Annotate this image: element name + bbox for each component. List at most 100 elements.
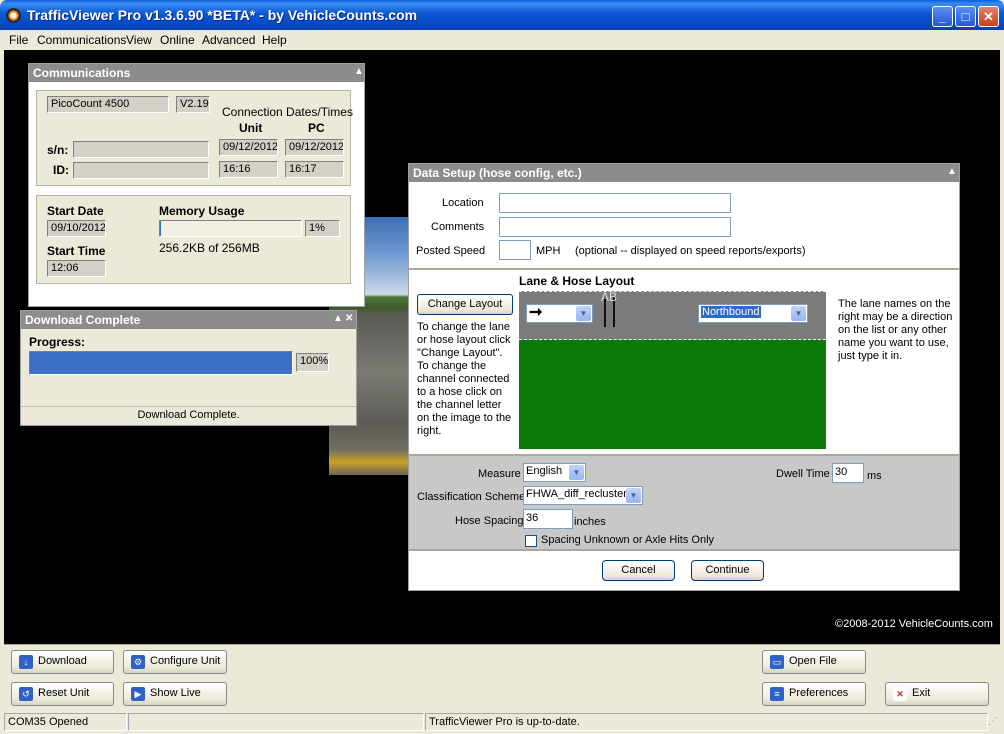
title-bar: TrafficViewer Pro v1.3.6.90 *BETA* - by … [0,0,1004,30]
pc-time-field: 16:17 [285,161,344,178]
resize-grip-icon[interactable]: ⋰ [988,716,1000,730]
start-date-label: Start Date [47,204,104,218]
download-progress-bar [29,351,293,375]
exit-button[interactable]: ✕ Exit [885,682,989,706]
download-panel-title: Download Complete [21,311,356,329]
comments-input[interactable] [499,217,731,237]
spacing-unknown-label: Spacing Unknown or Axle Hits Only [541,534,715,546]
download-progress-fill [30,352,292,374]
layout-help-text: To change the lane or hose layout click … [417,321,512,437]
hose-channel-label[interactable]: AB [601,290,617,304]
cancel-button[interactable]: Cancel [602,560,675,581]
memory-usage-label: Memory Usage [159,204,245,218]
panel-collapse-icon[interactable]: ▲ [947,166,957,177]
maximize-button[interactable]: □ [955,6,976,27]
id-label: ID: [53,163,69,177]
configure-unit-button[interactable]: ⚙ Configure Unit [123,650,227,674]
close-button[interactable]: ✕ [978,6,999,27]
chevron-down-icon: ▼ [576,306,591,321]
posted-speed-input[interactable] [499,240,531,260]
lane-layout-image: AB ➞ ▼ Northbound ▼ [519,290,826,449]
memory-detail-text: 256.2KB of 256MB [159,241,260,255]
classification-label: Classification Scheme [417,491,526,503]
dwell-unit-label: ms [867,470,882,482]
memory-usage-fill [160,221,162,236]
communications-panel: Communications ▲ PicoCount 4500 V2.19 Co… [28,63,365,307]
right-arrow-icon: ➞ [529,304,543,321]
play-icon: ▶ [131,687,145,701]
serial-number-label: s/n: [47,143,69,157]
panel-close-icon[interactable]: ✕ [345,313,353,324]
status-middle [128,713,424,731]
lane-layout-section: Lane & Hose Layout Change Layout To chan… [409,268,959,454]
direction-select[interactable]: ➞ ▼ [526,304,593,323]
panel-collapse-icon[interactable]: ▲ [333,313,343,324]
hose-spacing-label: Hose Spacing [455,515,524,527]
start-time-label: Start Time [47,244,106,258]
speed-note: (optional -- displayed on speed reports/… [575,245,806,257]
dwell-time-input[interactable]: 30 [832,463,864,483]
id-field [73,162,209,179]
copyright-text: ©2008-2012 VehicleCounts.com [835,618,993,630]
spacing-unknown-checkbox[interactable] [525,535,537,547]
pc-date-field: 09/12/2012 [285,139,344,156]
serial-number-field [73,141,209,158]
speed-unit-label: MPH [536,245,561,257]
download-complete-panel: Download Complete ▲ ✕ Progress: 100% Dow… [20,310,357,426]
app-icon [6,8,21,23]
menu-communications[interactable]: Communications [37,33,126,47]
connection-header: Connection Dates/Times [222,105,353,119]
change-layout-button[interactable]: Change Layout [417,294,513,315]
start-time-field: 12:06 [47,260,106,277]
menu-online[interactable]: Online [160,33,195,47]
progress-label: Progress: [29,335,86,349]
reset-icon: ↺ [19,687,33,701]
location-label: Location [442,197,484,209]
exit-icon: ✕ [893,687,907,701]
hose-spacing-unit: inches [574,516,606,528]
lane-layout-title: Lane & Hose Layout [519,274,635,288]
unit-column-label: Unit [239,121,263,135]
comments-label: Comments [431,221,485,233]
measurement-section: Measure English ▼ Dwell Time 30 ms Class… [409,454,959,549]
reset-unit-button[interactable]: ↺ Reset Unit [11,682,114,706]
status-port: COM35 Opened [4,713,127,731]
unit-info-group: PicoCount 4500 V2.19 Connection Dates/Ti… [36,90,353,186]
menu-file[interactable]: File [9,33,28,47]
classification-select[interactable]: FHWA_diff_recluster ▼ [523,486,643,505]
measure-select[interactable]: English ▼ [523,463,586,482]
unit-date-field: 09/12/2012 [219,139,278,156]
download-icon: ↓ [19,655,33,669]
menu-view[interactable]: View [126,33,152,47]
menu-help[interactable]: Help [262,33,287,47]
panel-collapse-icon[interactable]: ▲ [354,66,364,77]
status-message: TrafficViewer Pro is up-to-date. [425,713,988,731]
chevron-down-icon: ▼ [791,306,806,321]
preferences-button[interactable]: ≡ Preferences [762,682,866,706]
location-input[interactable] [499,193,731,213]
minimize-button[interactable]: _ [932,6,953,27]
continue-button[interactable]: Continue [691,560,764,581]
download-status-text: Download Complete. [21,406,356,425]
measure-label: Measure [478,468,521,480]
preferences-icon: ≡ [770,687,784,701]
start-date-field: 09/10/2012 [47,220,106,237]
pc-column-label: PC [308,121,325,135]
memory-info-group: Start Date 09/10/2012 Start Time 12:06 M… [36,195,351,284]
folder-icon: ▭ [770,655,784,669]
window-title: TrafficViewer Pro v1.3.6.90 *BETA* - by … [27,7,418,23]
open-file-button[interactable]: ▭ Open File [762,650,866,674]
hose-spacing-input[interactable]: 36 [523,509,573,529]
menu-advanced[interactable]: Advanced [202,33,255,47]
memory-usage-bar [159,220,302,237]
dwell-time-label: Dwell Time [776,468,830,480]
lane-help-text: The lane names on the right may be a dir… [838,298,953,362]
lane-name-select[interactable]: Northbound ▼ [698,304,808,323]
memory-percent-field: 1% [305,220,340,237]
chevron-down-icon: ▼ [626,488,641,503]
location-section: Location Comments Posted Speed MPH (opti… [409,182,959,268]
menu-bar: File Communications View Online Advanced… [4,30,1000,50]
download-button[interactable]: ↓ Download [11,650,114,674]
data-setup-title: Data Setup (hose config, etc.) [409,164,959,182]
show-live-button[interactable]: ▶ Show Live [123,682,227,706]
